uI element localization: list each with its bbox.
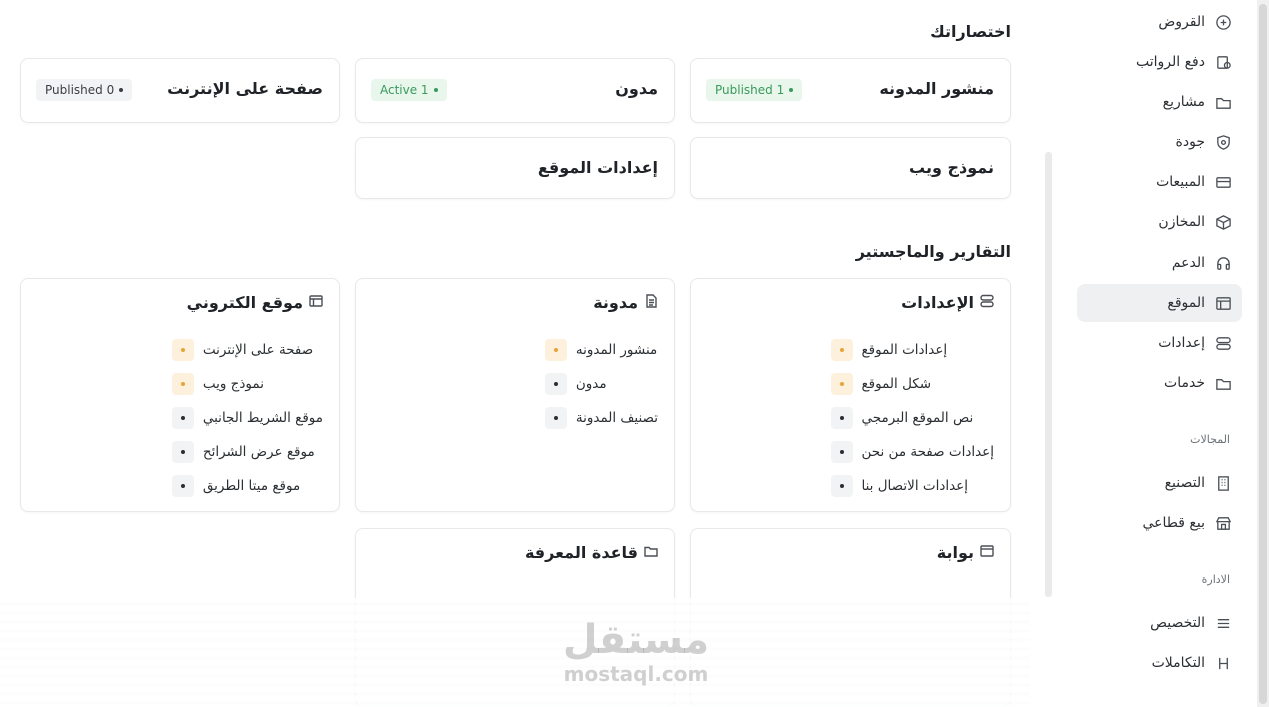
shortcut-title: مدون	[615, 79, 658, 98]
sidebar-item-label: بيع قطاعي	[1142, 515, 1206, 531]
main-scrollbar[interactable]	[1045, 152, 1052, 597]
document-icon	[644, 293, 658, 312]
reports-heading: التقارير والماجستير	[855, 242, 1011, 261]
sidebar-item-label: التصنيع	[1164, 475, 1205, 491]
loan-icon	[1214, 13, 1232, 31]
report-card-title: مدونة	[593, 293, 658, 312]
folder-icon	[644, 543, 658, 562]
integrations-icon	[1214, 654, 1232, 672]
shortcut-title: منشور المدونه	[879, 79, 994, 98]
shortcut-card-web-form[interactable]: نموذج ويب	[690, 137, 1011, 199]
report-card-title: الإعدادات	[901, 293, 994, 312]
sidebar-item-label: الدعم	[1171, 255, 1205, 271]
page-scrollbar[interactable]	[1257, 0, 1269, 707]
report-link[interactable]: إعدادات الموقع	[830, 333, 995, 367]
status-badge: Published 0	[36, 79, 133, 101]
settings-toggle-icon	[1214, 334, 1232, 352]
report-link[interactable]: موقع ميتا الطريق	[171, 469, 323, 503]
scroll-ghost-overlay	[0, 598, 1030, 707]
shortcut-title: نموذج ويب	[909, 158, 994, 177]
shortcuts-heading: اختصاراتك	[930, 22, 1011, 41]
sidebar-item-label: مشاريع	[1162, 94, 1205, 110]
report-card-title: موقع الكتروني	[187, 293, 323, 312]
report-card-blog: مدونة منشور المدونه مدون تصنيف المدونة	[355, 278, 675, 512]
report-link[interactable]: إعدادات صفحة من نحن	[830, 435, 994, 469]
sidebar-item-label: إعدادات	[1158, 335, 1205, 351]
folder-icon	[1214, 93, 1232, 111]
sidebar-item-sales[interactable]: المبيعات	[1077, 163, 1242, 201]
status-badge: Published 1	[706, 79, 803, 101]
shortcut-card-web-page[interactable]: صفحة على الإنترنت Published 0	[20, 58, 340, 123]
sidebar-item-services[interactable]: خدمات	[1077, 364, 1242, 402]
shortcut-title: إعدادات الموقع	[537, 158, 658, 177]
shortcut-card-blogger[interactable]: مدون Active 1	[355, 58, 675, 123]
sidebar-item-settings[interactable]: إعدادات	[1077, 324, 1242, 362]
sidebar-item-label: جودة	[1175, 134, 1205, 150]
sidebar-item-customize[interactable]: التخصيص	[1077, 604, 1242, 642]
customize-icon	[1214, 614, 1232, 632]
sidebar-item-retail[interactable]: بيع قطاعي	[1077, 504, 1242, 542]
website-window-icon	[1214, 294, 1232, 312]
sidebar-item-label: دفع الرواتب	[1135, 54, 1205, 70]
sidebar-item-stock[interactable]: المخازن	[1077, 203, 1242, 241]
report-card-title: بوابة	[937, 543, 994, 562]
sidebar-item-label: المخازن	[1158, 214, 1205, 230]
watermark-logo: مستقل mostaql.com	[562, 617, 710, 686]
report-link[interactable]: شكل الموقع	[830, 367, 995, 401]
store-icon	[1214, 514, 1232, 532]
sidebar: القروض دفع الرواتب مشاريع جودة المبيعات …	[1047, 0, 1257, 707]
shortcut-card-blog-post[interactable]: منشور المدونه Published 1	[690, 58, 1011, 123]
box-icon	[1214, 213, 1232, 231]
sales-card-icon	[1214, 173, 1232, 191]
sidebar-item-website[interactable]: الموقع	[1077, 284, 1242, 322]
report-link[interactable]: موقع الشريط الجانبي	[171, 401, 323, 435]
report-link[interactable]: منشور المدونه	[544, 333, 658, 367]
report-card-website: موقع الكتروني صفحة على الإنترنت نموذج وي…	[20, 278, 340, 512]
quality-shield-icon	[1214, 133, 1232, 151]
website-window-icon	[980, 543, 994, 562]
report-link[interactable]: موقع عرض الشرائح	[171, 435, 323, 469]
report-link[interactable]: إعدادات الاتصال بنا	[830, 469, 995, 503]
shortcut-title: صفحة على الإنترنت	[167, 79, 323, 98]
sidebar-item-manufacturing[interactable]: التصنيع	[1077, 464, 1242, 502]
sidebar-item-label: التكاملات	[1151, 655, 1205, 671]
sidebar-item-support[interactable]: الدعم	[1077, 244, 1242, 282]
services-folder-icon	[1214, 374, 1232, 392]
status-badge: Active 1	[371, 79, 447, 101]
factory-icon	[1214, 474, 1232, 492]
sidebar-item-quality[interactable]: جودة	[1077, 123, 1242, 161]
sidebar-item-label: التخصيص	[1150, 615, 1205, 631]
payroll-icon	[1214, 53, 1232, 71]
sidebar-item-payroll[interactable]: دفع الرواتب	[1077, 43, 1242, 81]
sidebar-item-label: المبيعات	[1156, 174, 1205, 190]
sidebar-item-label: خدمات	[1164, 375, 1205, 391]
report-link[interactable]: نص الموقع البرمجي	[830, 401, 995, 435]
sidebar-item-projects[interactable]: مشاريع	[1077, 83, 1242, 121]
shortcut-card-website-settings[interactable]: إعدادات الموقع	[355, 137, 675, 199]
sidebar-item-integrations[interactable]: التكاملات	[1077, 644, 1242, 682]
website-window-icon	[309, 293, 323, 312]
report-link[interactable]: تصنيف المدونة	[544, 401, 658, 435]
sidebar-section-domains: المجالات	[1190, 433, 1230, 446]
report-card-settings: الإعدادات إعدادات الموقع شكل الموقع نص ا…	[690, 278, 1011, 512]
settings-toggle-icon	[980, 293, 994, 312]
page-scrollbar-thumb[interactable]	[1259, 4, 1267, 704]
sidebar-item-label: القروض	[1158, 14, 1205, 30]
sidebar-item-loans[interactable]: القروض	[1077, 3, 1242, 41]
report-link[interactable]: نموذج ويب	[171, 367, 323, 401]
report-link[interactable]: صفحة على الإنترنت	[171, 333, 323, 367]
headset-icon	[1214, 254, 1232, 272]
report-card-title: قاعدة المعرفة	[525, 543, 658, 562]
sidebar-item-label: الموقع	[1167, 295, 1205, 311]
report-link[interactable]: مدون	[544, 367, 658, 401]
sidebar-section-admin: الادارة	[1201, 573, 1230, 586]
